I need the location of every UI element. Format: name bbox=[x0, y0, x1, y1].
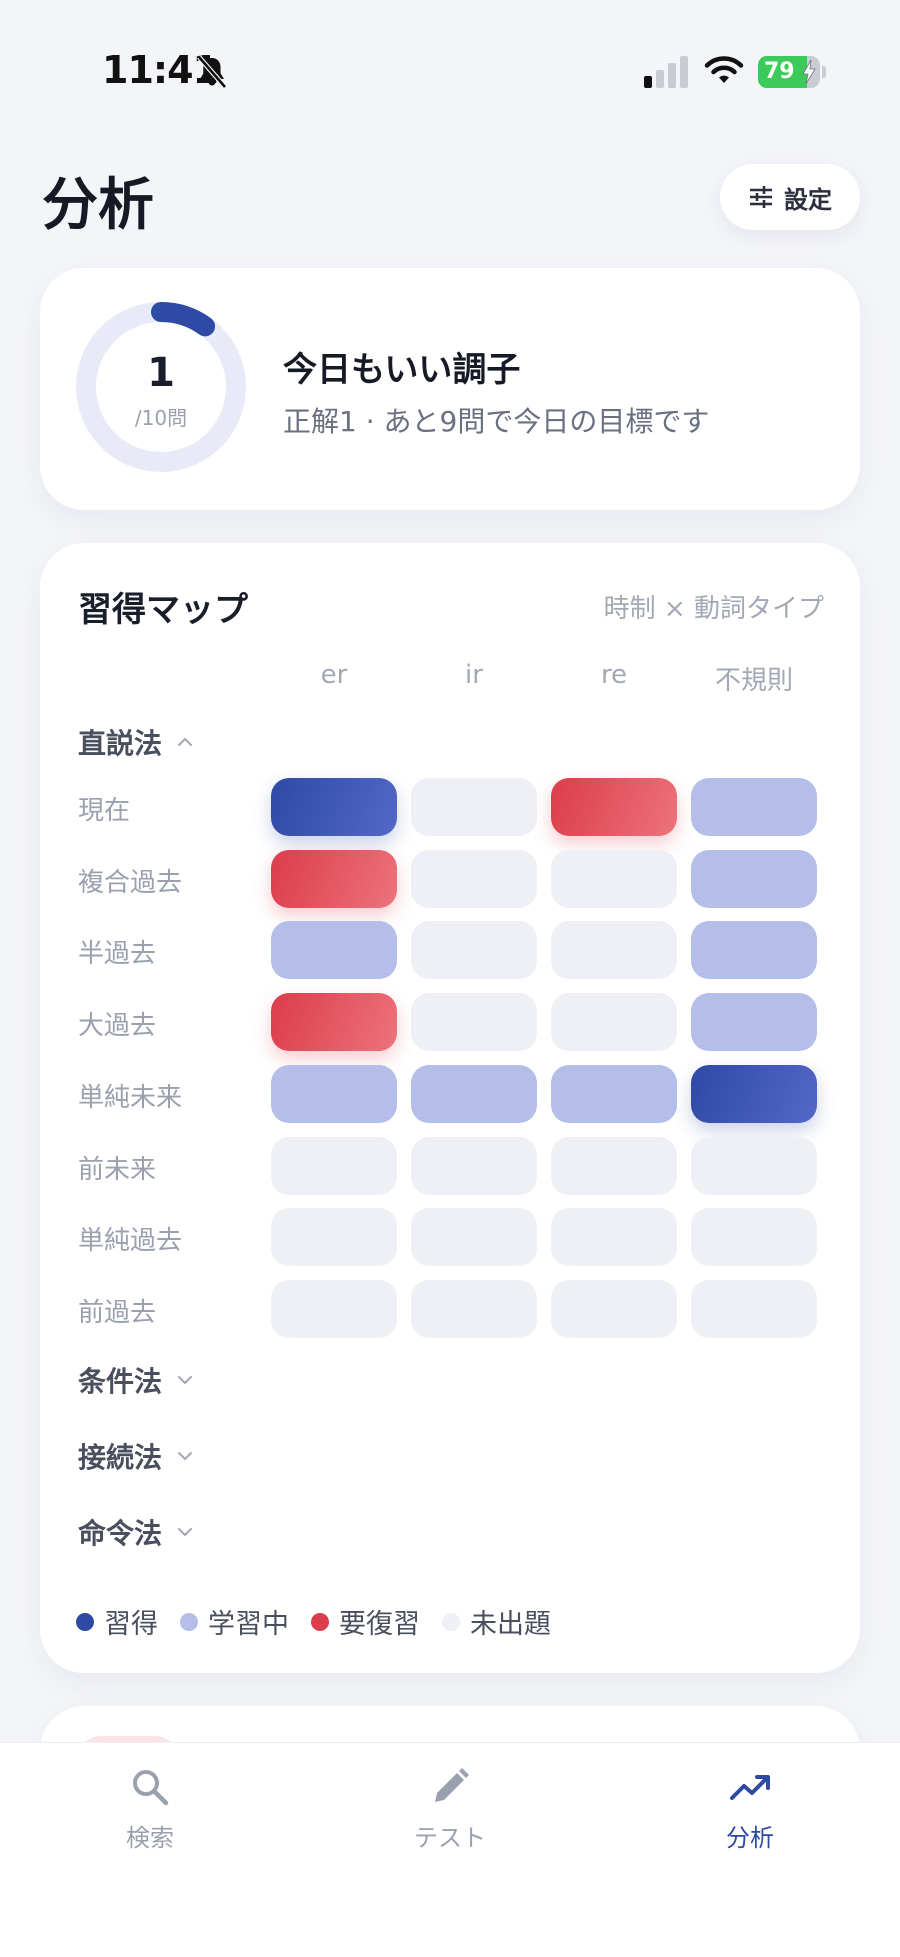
tense-label: 前未来 bbox=[78, 1154, 157, 1185]
search-icon bbox=[133, 1770, 169, 1806]
mastery-cell-unseen[interactable] bbox=[691, 1208, 817, 1267]
chevron-down-icon bbox=[178, 1375, 193, 1385]
tab-analysis[interactable]: 分析 bbox=[680, 1766, 820, 1866]
mastery-cell-learning[interactable] bbox=[691, 778, 817, 836]
mastery-cell-learning[interactable] bbox=[691, 849, 817, 908]
bell-slash-icon bbox=[197, 55, 227, 89]
mastery-cell-learning[interactable] bbox=[271, 1064, 397, 1123]
goal-count: /10問 bbox=[134, 406, 188, 430]
tab-label: テスト bbox=[414, 1824, 486, 1852]
settings-label: 設定 bbox=[784, 185, 832, 214]
legend-item-mastered: 習得 bbox=[76, 1602, 158, 1641]
tab-label: 分析 bbox=[726, 1824, 774, 1852]
legend-dot bbox=[180, 1612, 198, 1631]
mastery-cell-unseen[interactable] bbox=[551, 993, 677, 1052]
section-label: 条件法 bbox=[78, 1364, 163, 1398]
sliders-icon bbox=[750, 186, 772, 208]
mastery-cell-review[interactable] bbox=[271, 849, 397, 908]
legend-label: 要復習 bbox=[339, 1609, 420, 1640]
mastery-cell-learning[interactable] bbox=[551, 1064, 677, 1123]
progress-description: 正解1 · あと9問で今日の目標です bbox=[283, 405, 710, 438]
section-label: 接続法 bbox=[78, 1440, 163, 1474]
page-title: 分析 bbox=[42, 173, 154, 238]
chevron-down-icon bbox=[178, 1527, 193, 1537]
mastery-cell-review[interactable] bbox=[551, 778, 677, 836]
tense-label: 半過去 bbox=[78, 939, 157, 970]
legend-label: 未出題 bbox=[470, 1609, 551, 1640]
mastery-cell-unseen[interactable] bbox=[551, 1208, 677, 1267]
mastery-cell-learning[interactable] bbox=[411, 1064, 537, 1123]
mastery-cell-mastered[interactable] bbox=[271, 778, 397, 836]
mastery-cell-unseen[interactable] bbox=[411, 1136, 537, 1195]
column-header: re bbox=[600, 660, 628, 690]
mastery-cell-learning[interactable] bbox=[691, 921, 817, 980]
legend-label: 学習中 bbox=[208, 1609, 289, 1640]
mastery-cell-unseen[interactable] bbox=[411, 849, 537, 908]
legend-dot bbox=[442, 1612, 460, 1631]
mastery-cell-unseen[interactable] bbox=[411, 1208, 537, 1267]
tense-label: 現在 bbox=[78, 796, 131, 826]
mastery-cell-mastered[interactable] bbox=[691, 1064, 817, 1123]
pencil-icon bbox=[435, 1768, 469, 1802]
legend-item-review: 要復習 bbox=[311, 1602, 420, 1641]
battery-tip bbox=[822, 66, 826, 78]
tab-search[interactable]: 検索 bbox=[80, 1766, 220, 1866]
tab-label: 検索 bbox=[126, 1824, 174, 1852]
mastery-cell-unseen[interactable] bbox=[411, 993, 537, 1052]
mastery-cell-unseen[interactable] bbox=[551, 849, 677, 908]
tense-label: 単純過去 bbox=[78, 1226, 183, 1257]
section-header[interactable]: 接続法 bbox=[78, 1436, 194, 1476]
legend-dot bbox=[76, 1612, 94, 1631]
trending-up-icon bbox=[730, 1775, 770, 1800]
column-header: 不規則 bbox=[714, 666, 793, 696]
tense-label: 単純未来 bbox=[78, 1082, 183, 1113]
mastery-cell-unseen[interactable] bbox=[271, 1279, 397, 1338]
mastery-legend: 習得 学習中 要復習 未出題 bbox=[76, 1602, 573, 1641]
mastery-cell-review[interactable] bbox=[271, 993, 397, 1052]
chevron-down-icon bbox=[178, 1451, 193, 1461]
legend-item-unseen: 未出題 bbox=[442, 1602, 551, 1641]
wifi-icon bbox=[704, 56, 744, 83]
ring-progress-arc bbox=[151, 302, 216, 337]
legend-dot bbox=[311, 1612, 329, 1631]
charging-bolt-icon bbox=[802, 60, 816, 84]
mastery-map-subtitle: 時制 × 動詞タイプ bbox=[603, 594, 824, 624]
tense-label: 大過去 bbox=[78, 1011, 157, 1042]
legend-label: 習得 bbox=[104, 1609, 158, 1640]
chevron-up-icon bbox=[178, 737, 193, 746]
progress-heading: 今日もいい調子 bbox=[283, 350, 521, 390]
column-header: er bbox=[320, 660, 348, 690]
mastery-cell-unseen[interactable] bbox=[691, 1136, 817, 1195]
mastery-cell-unseen[interactable] bbox=[271, 1208, 397, 1267]
tense-label: 前過去 bbox=[78, 1297, 157, 1328]
section-label: 命令法 bbox=[78, 1516, 163, 1550]
mastery-cell-unseen[interactable] bbox=[411, 1279, 537, 1338]
mastery-cell-learning[interactable] bbox=[691, 993, 817, 1052]
section-header[interactable]: 命令法 bbox=[78, 1512, 194, 1552]
mastery-cell-unseen[interactable] bbox=[411, 921, 537, 980]
legend-item-learning: 学習中 bbox=[180, 1602, 289, 1641]
mastery-cell-unseen[interactable] bbox=[551, 1279, 677, 1338]
mastery-cell-learning[interactable] bbox=[271, 921, 397, 980]
status-bar: 11:41 79 bbox=[0, 0, 900, 140]
mastery-cell-unseen[interactable] bbox=[551, 921, 677, 980]
tab-test[interactable]: テスト bbox=[380, 1766, 520, 1866]
signal-icon bbox=[644, 56, 688, 88]
section-header[interactable]: 直説法 bbox=[78, 722, 194, 762]
mastery-cell-unseen[interactable] bbox=[691, 1279, 817, 1338]
settings-button[interactable]: 設定 bbox=[720, 164, 860, 230]
section-label: 直説法 bbox=[78, 727, 163, 760]
tense-label: 複合過去 bbox=[78, 867, 183, 898]
mastery-cell-unseen[interactable] bbox=[411, 778, 537, 836]
section-header[interactable]: 条件法 bbox=[78, 1360, 194, 1400]
mastery-cell-unseen[interactable] bbox=[551, 1136, 677, 1195]
mastery-cell-unseen[interactable] bbox=[271, 1136, 397, 1195]
battery-indicator: 79 bbox=[758, 56, 820, 88]
column-header: ir bbox=[465, 660, 483, 690]
mastery-map-title: 習得マップ bbox=[78, 590, 248, 630]
correct-count: 1 bbox=[147, 350, 175, 396]
